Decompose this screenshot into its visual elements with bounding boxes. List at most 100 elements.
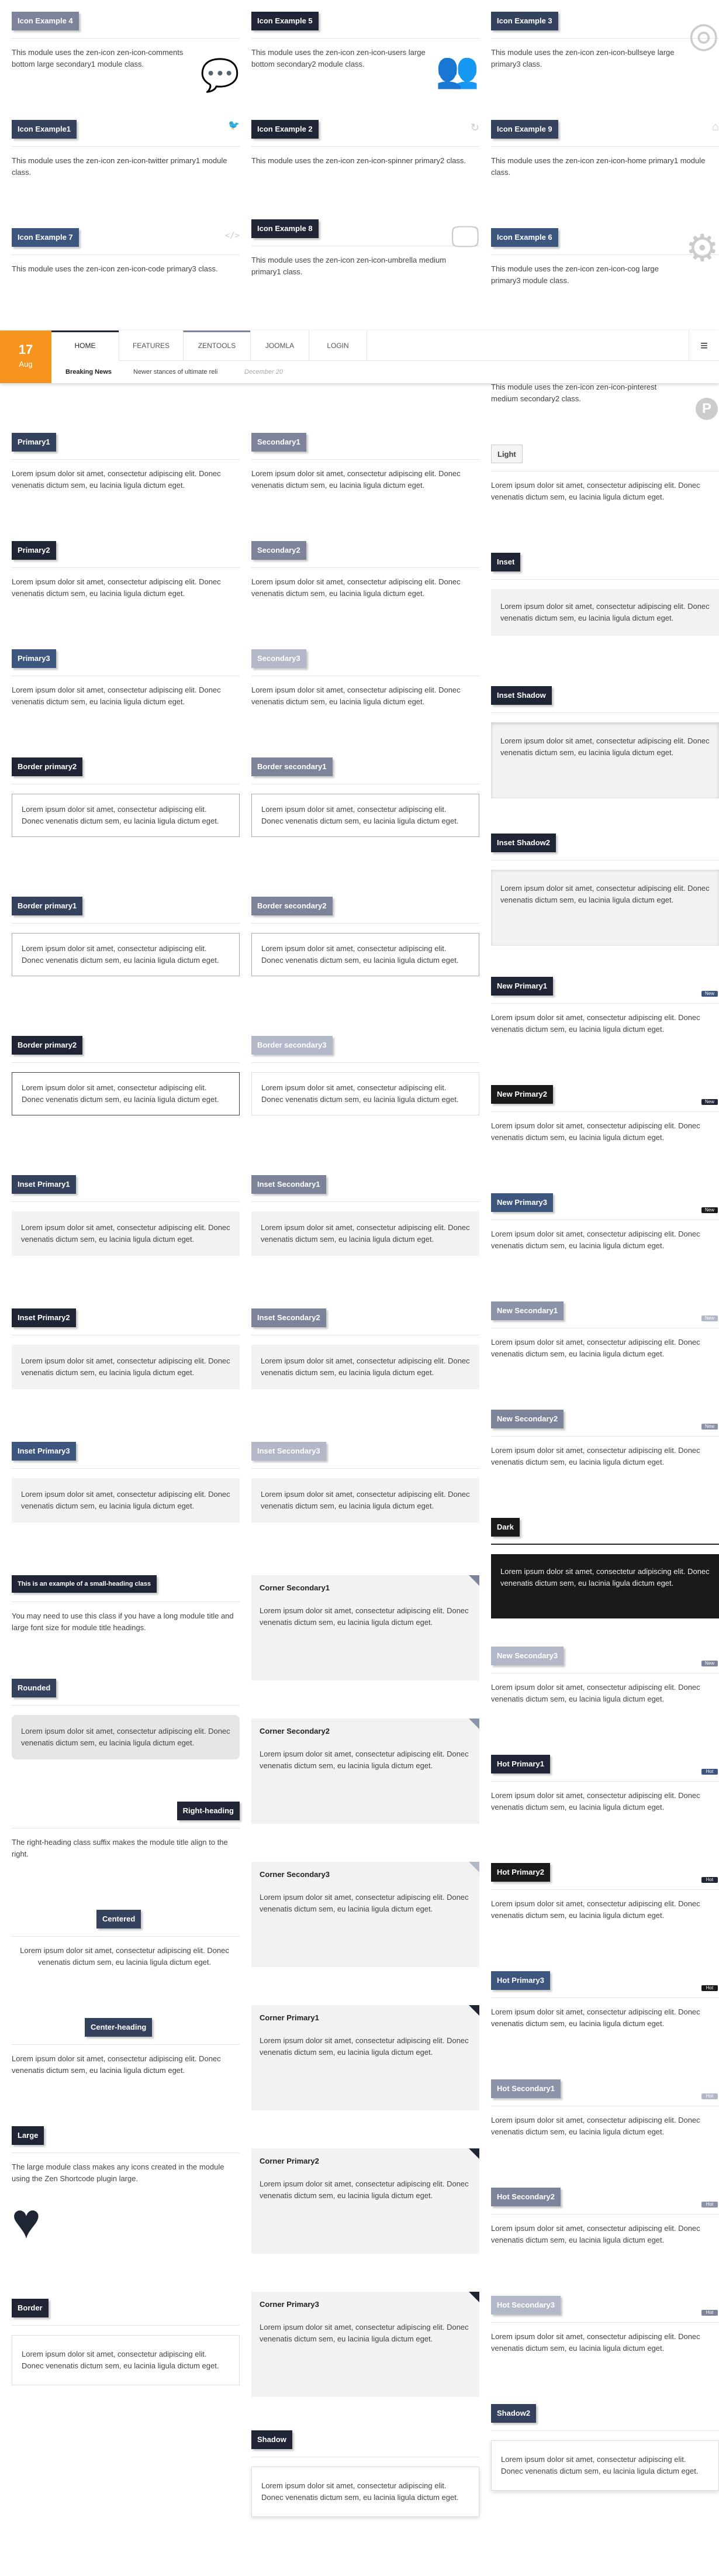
- module-title: Shadow2: [491, 2404, 537, 2423]
- module-title: Hot Secondary3: [491, 2296, 561, 2315]
- module-icon-example-7: Icon Example 7 This module uses the zen-…: [12, 228, 240, 275]
- module-text: This module uses the zen-icon zen-icon-c…: [491, 264, 659, 285]
- module-title: Border primary1: [12, 897, 83, 915]
- module-text: Lorem ipsum dolor sit amet, consectetur …: [491, 1230, 700, 1250]
- module-text: Lorem ipsum dolor sit amet, consectetur …: [261, 944, 459, 965]
- module-title: Corner Secondary2: [260, 1727, 330, 1735]
- module-title: Icon Example 4: [12, 12, 79, 30]
- module-box: Lorem ipsum dolor sit amet, consectetur …: [251, 1345, 479, 1389]
- module-text: Lorem ipsum dolor sit amet, consectetur …: [260, 1606, 469, 1627]
- module-hot-secondary1: Hot Secondary1 Hot Lorem ipsum dolor sit …: [491, 2079, 719, 2138]
- zentools-label: ZENTOOLS: [198, 342, 236, 350]
- module-box: Lorem ipsum dolor sit amet, consectetur …: [491, 722, 719, 798]
- spinner-icon: ↻: [470, 122, 479, 133]
- monitor-icon: 🖵: [451, 220, 479, 253]
- module-text: Lorem ipsum dolor sit amet, consectetur …: [22, 805, 219, 825]
- menu-item-joomla[interactable]: JOOMLA: [250, 330, 309, 361]
- module-title: Border: [12, 2299, 49, 2317]
- hot-badge: Hot: [701, 1985, 718, 1991]
- module-title: Border primary2: [12, 1036, 83, 1055]
- module-title: Secondary1: [251, 433, 306, 452]
- breaking-news-link[interactable]: Newer stances of ultimate reli: [133, 361, 217, 383]
- code-icon: </>: [224, 231, 240, 240]
- module-inset-primary2: Inset Primary2 Lorem ipsum dolor sit ame…: [12, 1308, 240, 1389]
- module-text: Lorem ipsum dolor sit amet, consectetur …: [12, 577, 221, 598]
- corner-marker: [469, 2148, 479, 2159]
- module-primary2: Primary2 Lorem ipsum dolor sit amet, con…: [12, 541, 240, 600]
- module-title: Icon Example 3: [491, 12, 558, 30]
- module-border-secondary2: Border secondary2 Lorem ipsum dolor sit …: [251, 897, 479, 976]
- module-corner-secondary2: Corner Secondary2 Lorem ipsum dolor sit …: [251, 1719, 479, 1824]
- module-title: Primary2: [12, 541, 56, 560]
- module-title: Border secondary1: [251, 757, 333, 776]
- module-text: Lorem ipsum dolor sit amet, consectetur …: [261, 1083, 459, 1104]
- module-inset-shadow2: Inset Shadow2 Lorem ipsum dolor sit amet…: [491, 834, 719, 946]
- module-corner-secondary1: Corner Secondary1 Lorem ipsum dolor sit …: [251, 1575, 479, 1680]
- hot-badge: Hot: [701, 1877, 718, 1883]
- home-label: HOME: [74, 342, 96, 350]
- module-text: This module uses the zen-icon zen-icon-c…: [12, 264, 218, 273]
- module-box: Lorem ipsum dolor sit amet, consectetur …: [491, 1554, 719, 1618]
- module-text: This module uses the zen-icon zen-icon-t…: [12, 156, 227, 177]
- module-secondary3: Secondary3 Lorem ipsum dolor sit amet, c…: [251, 649, 479, 708]
- module-icon-example-3: Icon Example 3 This module uses the zen-…: [491, 12, 719, 70]
- corner-marker: [469, 1575, 479, 1586]
- column-middle: Icon Example 5 This module uses the zen-…: [251, 0, 479, 2576]
- module-text: Lorem ipsum dolor sit amet, consectetur …: [260, 1750, 469, 1770]
- module-title: Corner Primary1: [260, 2013, 319, 2022]
- module-text: Lorem ipsum dolor sit amet, consectetur …: [260, 2036, 469, 2057]
- module-box: Lorem ipsum dolor sit amet, consectetur …: [251, 1072, 479, 1115]
- module-hot-primary3: Hot Primary3 Hot Lorem ipsum dolor sit am…: [491, 1971, 719, 2030]
- new-badge: New: [701, 1661, 718, 1666]
- module-title: Dark: [491, 1518, 520, 1537]
- module-light: Light Lorem ipsum dolor sit amet, consec…: [491, 445, 719, 503]
- module-title: Inset Secondary2: [251, 1308, 326, 1327]
- menu-item-login[interactable]: LOGIN: [309, 330, 367, 361]
- module-shadow2: Shadow2 Lorem ipsum dolor sit amet, cons…: [491, 2404, 719, 2491]
- module-text: This module uses the zen-icon zen-icon-s…: [251, 156, 466, 165]
- new-badge: New: [701, 1424, 718, 1430]
- date-month: Aug: [19, 360, 33, 369]
- module-hot-secondary2: Hot Secondary2 Hot Lorem ipsum dolor sit …: [491, 2188, 719, 2246]
- corner-marker: [469, 1719, 479, 1729]
- new-badge: New: [701, 991, 718, 997]
- module-text: Lorem ipsum dolor sit amet, consectetur …: [491, 2116, 700, 2136]
- module-title: New Secondary1: [491, 1301, 564, 1320]
- column-right: Icon Example 3 This module uses the zen-…: [491, 0, 719, 2576]
- new-badge: New: [701, 1207, 718, 1213]
- module-text: Lorem ipsum dolor sit amet, consectetur …: [251, 577, 461, 598]
- module-text: Lorem ipsum dolor sit amet, consectetur …: [261, 1223, 470, 1244]
- module-box: Lorem ipsum dolor sit amet, consectetur …: [12, 794, 240, 837]
- module-title: Border secondary2: [251, 897, 333, 915]
- module-text: Lorem ipsum dolor sit amet, consectetur …: [491, 1683, 700, 1703]
- module-border-secondary3: Border secondary3 Lorem ipsum dolor sit …: [251, 1036, 479, 1115]
- module-text: Lorem ipsum dolor sit amet, consectetur …: [491, 1338, 700, 1358]
- module-title: Icon Example 5: [251, 12, 319, 30]
- menu-item-zentools[interactable]: ZENTOOLS: [183, 330, 250, 361]
- module-new-secondary1: New Secondary1 New Lorem ipsum dolor sit …: [491, 1301, 719, 1360]
- module-large: Large The large module class makes any i…: [12, 2126, 240, 2246]
- module-title: Inset Shadow: [491, 686, 552, 705]
- module-title: Center-heading: [85, 2018, 153, 2037]
- module-inset-shadow: Inset Shadow Lorem ipsum dolor sit amet,…: [491, 686, 719, 798]
- module-title: Large: [12, 2126, 44, 2145]
- menu-item-home[interactable]: HOME: [51, 330, 119, 361]
- module-inset-secondary1: Inset Secondary1 Lorem ipsum dolor sit a…: [251, 1175, 479, 1256]
- module-box: Lorem ipsum dolor sit amet, consectetur …: [491, 870, 719, 946]
- module-small-heading: This is an example of a small-heading cl…: [12, 1575, 240, 1634]
- module-icon-example-4: Icon Example 4 This module uses the zen-…: [12, 12, 240, 91]
- home-icon: ⌂: [711, 120, 719, 133]
- module-text: Lorem ipsum dolor sit amet, consectetur …: [261, 805, 459, 825]
- menu-item-features[interactable]: FEATURES: [119, 330, 183, 361]
- module-text: Lorem ipsum dolor sit amet, consectetur …: [491, 1013, 700, 1034]
- module-inset: Inset Lorem ipsum dolor sit amet, consec…: [491, 553, 719, 636]
- menu-toggle[interactable]: ≡: [689, 330, 719, 361]
- module-border-secondary1: Border secondary1 Lorem ipsum dolor sit …: [251, 757, 479, 837]
- module-text: Lorem ipsum dolor sit amet, consectetur …: [21, 1490, 230, 1510]
- module-text: The large module class makes any icons c…: [12, 2162, 224, 2183]
- module-text: This module uses the zen-icon zen-icon-u…: [251, 256, 447, 276]
- module-hot-secondary3: Hot Secondary3 Hot Lorem ipsum dolor sit …: [491, 2296, 719, 2354]
- module-title: Hot Primary1: [491, 1755, 550, 1773]
- module-title: This is an example of a small-heading cl…: [12, 1575, 157, 1593]
- module-inset-primary3: Inset Primary3 Lorem ipsum dolor sit ame…: [12, 1442, 240, 1523]
